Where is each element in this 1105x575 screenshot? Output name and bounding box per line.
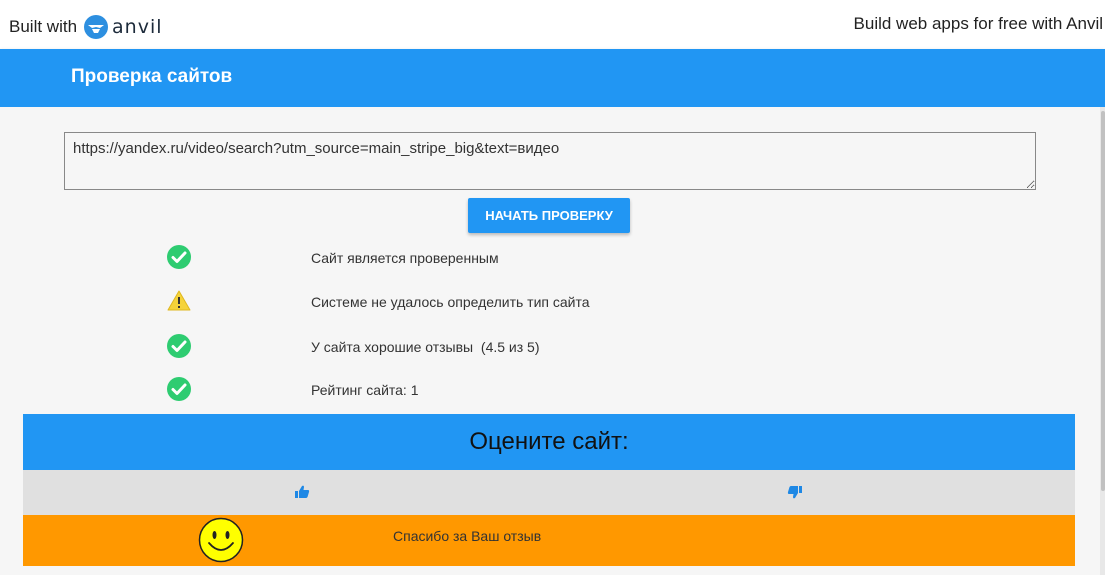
built-with-label: Built with — [9, 17, 78, 36]
result-row-site-type: Системе не удалось определить тип сайта — [0, 288, 1105, 318]
app-header: Проверка сайтов — [0, 49, 1105, 107]
thumbs-down-icon[interactable] — [787, 484, 803, 500]
result-row-verified: Сайт является проверенным — [0, 244, 1105, 274]
check-circle-icon — [167, 377, 191, 401]
anvil-topbar: Built with anvil Build web apps for free… — [0, 0, 1105, 49]
vote-bar — [23, 470, 1075, 515]
thumbs-up-icon[interactable] — [294, 484, 310, 500]
result-text: У сайта хорошие отзывы (4.5 из 5) — [311, 339, 540, 355]
anvil-logo-text: anvil — [112, 16, 163, 38]
build-free-link[interactable]: Build web apps for free with Anvil — [854, 14, 1103, 34]
url-input[interactable] — [64, 132, 1036, 190]
warning-icon — [167, 290, 191, 311]
anvil-logo: anvil — [83, 14, 163, 40]
built-with-anvil[interactable]: Built with anvil — [9, 14, 163, 40]
thanks-text: Спасибо за Ваш отзыв — [393, 528, 542, 544]
result-text: Системе не удалось определить тип сайта — [311, 294, 590, 310]
rate-site-header: Оцените сайт: — [23, 414, 1075, 470]
result-row-reviews: У сайта хорошие отзывы (4.5 из 5) — [0, 333, 1105, 363]
rate-site-title: Оцените сайт: — [469, 428, 629, 455]
page-title: Проверка сайтов — [71, 66, 233, 87]
anvil-logo-icon — [84, 15, 109, 39]
start-check-button[interactable]: НАЧАТЬ ПРОВЕРКУ — [468, 198, 630, 233]
check-circle-icon — [167, 245, 191, 269]
result-text: Рейтинг сайта: 1 — [311, 382, 419, 398]
result-row-rating: Рейтинг сайта: 1 — [0, 376, 1105, 406]
feedback-thanks-bar: Спасибо за Ваш отзыв — [23, 515, 1075, 566]
smiley-icon — [198, 517, 244, 563]
result-text: Сайт является проверенным — [311, 250, 499, 266]
check-circle-icon — [167, 334, 191, 358]
